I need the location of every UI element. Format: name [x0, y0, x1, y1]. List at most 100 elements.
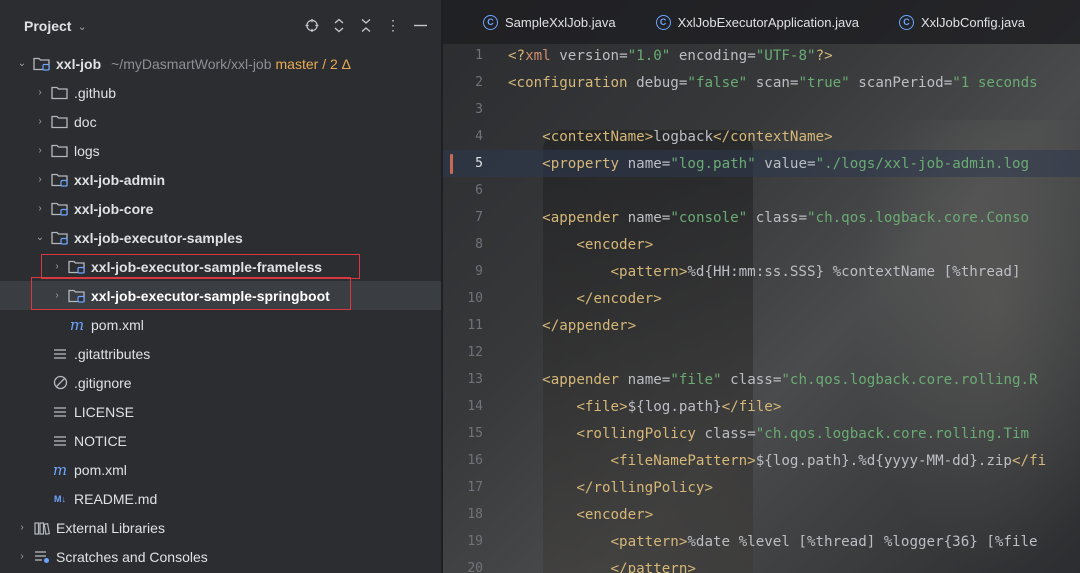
code-line[interactable]: 6	[443, 177, 1080, 204]
java-class-icon: C	[898, 14, 914, 30]
code-text: <rollingPolicy class="ch.qos.logback.cor…	[576, 425, 1030, 442]
tab-xxljobexecutorapplication[interactable]: C XxlJobExecutorApplication.java	[616, 0, 859, 44]
code-editor[interactable]: C SampleXxlJob.java C XxlJobExecutorAppl…	[443, 0, 1080, 573]
code-line[interactable]: 1 <?xml version="1.0" encoding="UTF-8"?>	[443, 42, 1080, 69]
line-number: 14	[467, 399, 483, 414]
java-class-icon: C	[655, 14, 671, 30]
tree-item-github[interactable]: › .github	[0, 78, 441, 107]
tree-item-label: xxl-job-core	[74, 200, 154, 217]
code-line[interactable]: 9 <pattern>%d{HH:mm:ss.SSS} %contextName…	[443, 258, 1080, 285]
tree-item-xxl-job-executor-samples[interactable]: ⌄ xxl-job-executor-samples	[0, 223, 441, 252]
tree-item-xxl-job[interactable]: ⌄ xxl-job ~/myDasmartWork/xxl-job master…	[0, 49, 441, 78]
code-line[interactable]: 3	[443, 96, 1080, 123]
tree-item-label: External Libraries	[56, 519, 165, 536]
code-line[interactable]: 7 <appender name="console" class="ch.qos…	[443, 204, 1080, 231]
chevron-right-icon[interactable]: ›	[34, 203, 46, 214]
tree-item-gitattributes[interactable]: .gitattributes	[0, 339, 441, 368]
chevron-right-icon[interactable]: ›	[34, 87, 46, 98]
code-text: <appender name="console" class="ch.qos.l…	[542, 209, 1030, 226]
code-text: <property name="log.path" value="./logs/…	[542, 155, 1030, 172]
locate-icon[interactable]	[305, 17, 319, 34]
chevron-right-icon[interactable]: ›	[34, 116, 46, 127]
tree-item-external-libraries[interactable]: › External Libraries	[0, 513, 441, 542]
code-line[interactable]: 8 <encoder>	[443, 231, 1080, 258]
chevron-right-icon[interactable]: ›	[51, 290, 63, 301]
tree-item-label: xxl-job-executor-samples	[74, 229, 243, 246]
code-text: <encoder>	[576, 236, 654, 253]
tree-item-label: .gitignore	[74, 374, 132, 391]
editor-tab-bar: C SampleXxlJob.java C XxlJobExecutorAppl…	[443, 0, 1080, 44]
tree-item-label: xxl-job-executor-sample-springboot	[91, 287, 330, 304]
tree-item-license[interactable]: LICENSE	[0, 397, 441, 426]
code-line[interactable]: 18 <encoder>	[443, 501, 1080, 528]
code-line[interactable]: 12	[443, 339, 1080, 366]
tab-xxljobconfig[interactable]: C XxlJobConfig.java	[859, 0, 1025, 44]
line-number: 15	[467, 426, 483, 441]
code-line[interactable]: 15 <rollingPolicy class="ch.qos.logback.…	[443, 420, 1080, 447]
chevron-right-icon[interactable]: ›	[34, 174, 46, 185]
text-file-icon	[51, 346, 69, 362]
chevron-down-icon[interactable]: ⌄	[16, 58, 28, 69]
code-line[interactable]: 11 </appender>	[443, 312, 1080, 339]
code-line[interactable]: 20 </pattern>	[443, 555, 1080, 573]
collapse-all-icon[interactable]	[359, 17, 373, 34]
code-area[interactable]: 1 <?xml version="1.0" encoding="UTF-8"?> 2…	[443, 42, 1080, 573]
line-number: 8	[475, 237, 483, 252]
tree-item-gitignore[interactable]: .gitignore	[0, 368, 441, 397]
line-number: 16	[467, 453, 483, 468]
code-text: </pattern>	[610, 560, 696, 573]
tree-item-pom-xml-root[interactable]: m pom.xml	[0, 455, 441, 484]
code-line[interactable]: 2 <configuration debug="false" scan="true…	[443, 69, 1080, 96]
expand-all-icon[interactable]	[332, 17, 346, 34]
line-number: 12	[467, 345, 483, 360]
tree-item-label: pom.xml	[91, 316, 144, 333]
code-line[interactable]: 16 <fileNamePattern>${log.path}.%d{yyyy-…	[443, 447, 1080, 474]
line-number: 3	[475, 102, 483, 117]
chevron-down-icon[interactable]: ⌄	[77, 20, 86, 33]
code-line[interactable]: 17 </rollingPolicy>	[443, 474, 1080, 501]
maven-icon: m	[52, 460, 68, 479]
code-text: <appender name="file" class="ch.qos.logb…	[542, 371, 1038, 388]
tree-item-label: Scratches and Consoles	[56, 548, 208, 565]
text-file-icon	[51, 433, 69, 449]
tree-item-xxl-job-admin[interactable]: › xxl-job-admin	[0, 165, 441, 194]
code-line[interactable]: 19 <pattern>%date %level [%thread] %logg…	[443, 528, 1080, 555]
line-number: 6	[475, 183, 483, 198]
chevron-right-icon[interactable]: ›	[16, 551, 28, 562]
tree-item-readme[interactable]: M↓ README.md	[0, 484, 441, 513]
folder-icon	[51, 143, 69, 159]
code-line[interactable]: 5 <property name="log.path" value="./log…	[443, 150, 1080, 177]
tree-item-pom-xml[interactable]: m pom.xml	[0, 310, 441, 339]
tree-item-doc[interactable]: › doc	[0, 107, 441, 136]
tree-item-label: xxl-job-executor-sample-frameless	[91, 258, 323, 275]
code-text: <encoder>	[576, 506, 654, 523]
code-line[interactable]: 4 <contextName>logback</contextName>	[443, 123, 1080, 150]
chevron-down-icon[interactable]: ⌄	[34, 232, 46, 243]
line-number: 1	[475, 48, 483, 63]
tree-item-xxl-job-executor-sample-frameless[interactable]: › xxl-job-executor-sample-frameless	[0, 252, 441, 281]
chevron-right-icon[interactable]: ›	[16, 522, 28, 533]
project-panel-title[interactable]: Project	[24, 18, 71, 34]
chevron-right-icon[interactable]: ›	[34, 145, 46, 156]
minimize-icon[interactable]	[413, 17, 427, 34]
more-options-icon[interactable]: ⋮	[386, 17, 400, 34]
java-class-icon: C	[483, 14, 498, 30]
code-text: <pattern>%d{HH:mm:ss.SSS} %contextName […	[610, 263, 1021, 280]
code-line[interactable]: 13 <appender name="file" class="ch.qos.l…	[443, 366, 1080, 393]
scratches-icon	[33, 549, 51, 565]
tree-item-xxl-job-core[interactable]: › xxl-job-core	[0, 194, 441, 223]
tree-item-notice[interactable]: NOTICE	[0, 426, 441, 455]
tree-item-xxl-job-executor-sample-springboot[interactable]: › xxl-job-executor-sample-springboot	[0, 277, 441, 310]
code-line[interactable]: 14 <file>${log.path}</file>	[443, 393, 1080, 420]
change-marker[interactable]	[450, 153, 453, 174]
tree-item-scratches-and-consoles[interactable]: › Scratches and Consoles	[0, 542, 441, 571]
code-line[interactable]: 10 </encoder>	[443, 285, 1080, 312]
module-folder-icon	[51, 201, 69, 217]
tab-label: XxlJobExecutorApplication.java	[677, 14, 859, 30]
line-number: 11	[467, 318, 483, 333]
chevron-right-icon[interactable]: ›	[51, 261, 63, 272]
tab-samplexxljob[interactable]: C SampleXxlJob.java	[443, 0, 616, 44]
module-folder-icon	[51, 172, 69, 188]
code-text: <configuration debug="false" scan="true"…	[508, 74, 1038, 91]
tree-item-logs[interactable]: › logs	[0, 136, 441, 165]
